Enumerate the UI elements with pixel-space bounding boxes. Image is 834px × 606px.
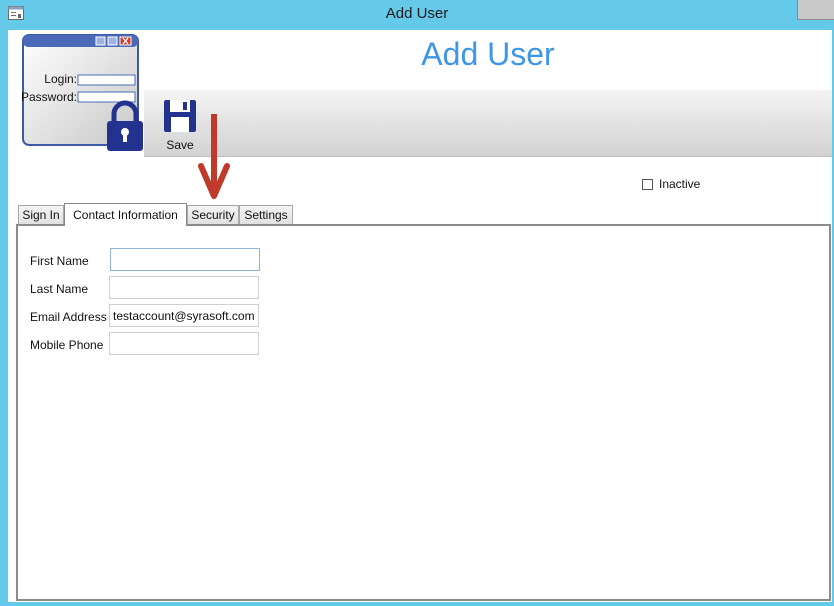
tab-contact-information[interactable]: Contact Information: [64, 203, 187, 226]
window-client: Login: Password: Add User Save Inactive …: [8, 30, 832, 602]
save-button[interactable]: Save: [158, 96, 200, 152]
inactive-checkbox[interactable]: Inactive: [642, 177, 700, 191]
window-close-button[interactable]: [797, 0, 834, 20]
window-title: Add User: [385, 5, 449, 22]
email-address-label: Email Address: [30, 310, 107, 324]
inactive-label: Inactive: [659, 177, 701, 191]
password-label: Password:: [20, 90, 77, 104]
title-bar: Add User: [0, 0, 834, 28]
mobile-phone-input[interactable]: [109, 332, 259, 355]
tab-settings[interactable]: Settings: [239, 205, 293, 224]
contact-information-panel: First Name Last Name Email Address Mobil…: [16, 224, 831, 601]
last-name-input[interactable]: [109, 276, 259, 299]
email-address-input[interactable]: [109, 304, 259, 327]
first-name-input[interactable]: [110, 248, 260, 271]
annotation-arrow-icon: [198, 114, 230, 199]
inactive-checkbox-box[interactable]: [642, 178, 653, 190]
page-title: Add User: [421, 36, 555, 72]
last-name-label: Last Name: [30, 282, 89, 296]
save-label: Save: [166, 138, 194, 152]
tab-security[interactable]: Security: [187, 205, 239, 224]
lock-icon: [107, 100, 143, 151]
tab-sign-in[interactable]: Sign In: [18, 205, 64, 224]
floppy-disk-icon: [164, 100, 196, 132]
mobile-phone-label: Mobile Phone: [30, 338, 104, 352]
login-label: Login:: [44, 72, 77, 86]
toolbar-ribbon: Save: [144, 90, 832, 157]
first-name-label: First Name: [30, 254, 89, 268]
